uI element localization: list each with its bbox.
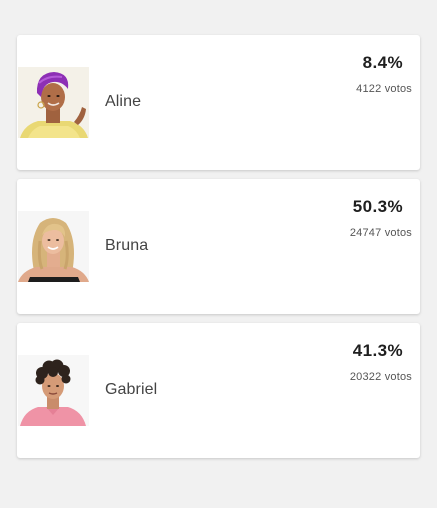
candidate-name: Gabriel (105, 381, 158, 398)
candidate-votes: 20322 votos (349, 371, 412, 383)
aline-portrait-icon (18, 67, 89, 138)
candidate-card-gabriel[interactable]: Gabriel 41.3% 20322 votos (17, 323, 420, 458)
poll-results: Aline 8.4% 4122 votos Bruna 50.3% 24747 … (0, 0, 437, 508)
candidate-percent: 8.4% (362, 53, 403, 72)
candidate-photo (18, 211, 89, 282)
candidate-card-bruna[interactable]: Bruna 50.3% 24747 votos (17, 179, 420, 314)
candidate-votes: 4122 votos (356, 83, 412, 95)
candidate-name: Aline (105, 93, 142, 110)
bruna-portrait-icon (18, 211, 89, 282)
candidate-photo (18, 67, 89, 138)
candidate-card-aline[interactable]: Aline 8.4% 4122 votos (17, 35, 420, 170)
candidate-percent: 50.3% (352, 197, 403, 216)
candidate-votes: 24747 votos (349, 227, 412, 239)
candidate-percent: 41.3% (352, 341, 403, 360)
candidate-photo (18, 355, 89, 426)
candidate-name: Bruna (105, 237, 149, 254)
gabriel-portrait-icon (18, 355, 89, 426)
